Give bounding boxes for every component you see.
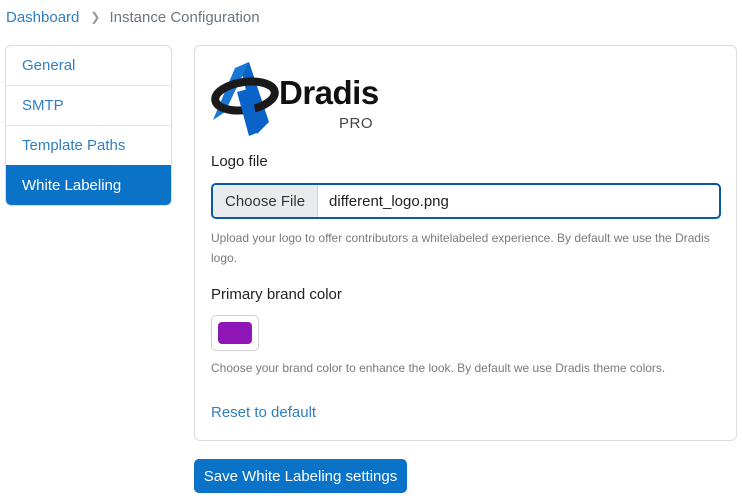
dradis-logo-mark-icon bbox=[211, 62, 279, 136]
logo-file-help: Upload your logo to offer contributors a… bbox=[211, 231, 710, 265]
logo-pro-suffix: PRO bbox=[339, 115, 374, 132]
logo-file-label: Logo file bbox=[211, 153, 268, 170]
brand-color-label: Primary brand color bbox=[211, 286, 342, 303]
sidebar-item-general[interactable]: General bbox=[6, 46, 171, 85]
sidebar-item-smtp[interactable]: SMTP bbox=[6, 85, 171, 125]
sidebar-item-white-labeling[interactable]: White Labeling bbox=[6, 165, 171, 205]
sidebar-item-template-paths[interactable]: Template Paths bbox=[6, 125, 171, 165]
selected-file-name: different_logo.png bbox=[329, 192, 449, 210]
settings-sidebar: General SMTP Template Paths White Labeli… bbox=[5, 45, 172, 206]
reset-to-default-link[interactable]: Reset to default bbox=[211, 404, 316, 421]
breadcrumb-dashboard-link[interactable]: Dashboard bbox=[6, 9, 79, 26]
white-labeling-panel: Dradis PRO Logo file Choose File differe… bbox=[194, 45, 737, 441]
choose-file-button[interactable]: Choose File bbox=[213, 185, 319, 217]
save-white-labeling-button[interactable]: Save White Labeling settings bbox=[194, 459, 407, 493]
brand-color-help: Choose your brand color to enhance the l… bbox=[211, 361, 666, 375]
logo-wordmark: Dradis bbox=[279, 74, 379, 111]
breadcrumb-current: Instance Configuration bbox=[109, 8, 260, 26]
chevron-right-icon: ❯ bbox=[90, 10, 101, 24]
dradis-pro-logo: Dradis PRO bbox=[211, 62, 381, 138]
brand-color-picker[interactable] bbox=[211, 315, 259, 351]
breadcrumb: Dashboard ❯ Instance Configuration bbox=[6, 7, 260, 27]
logo-file-input[interactable]: Choose File different_logo.png bbox=[211, 183, 721, 219]
brand-color-swatch bbox=[218, 322, 252, 344]
